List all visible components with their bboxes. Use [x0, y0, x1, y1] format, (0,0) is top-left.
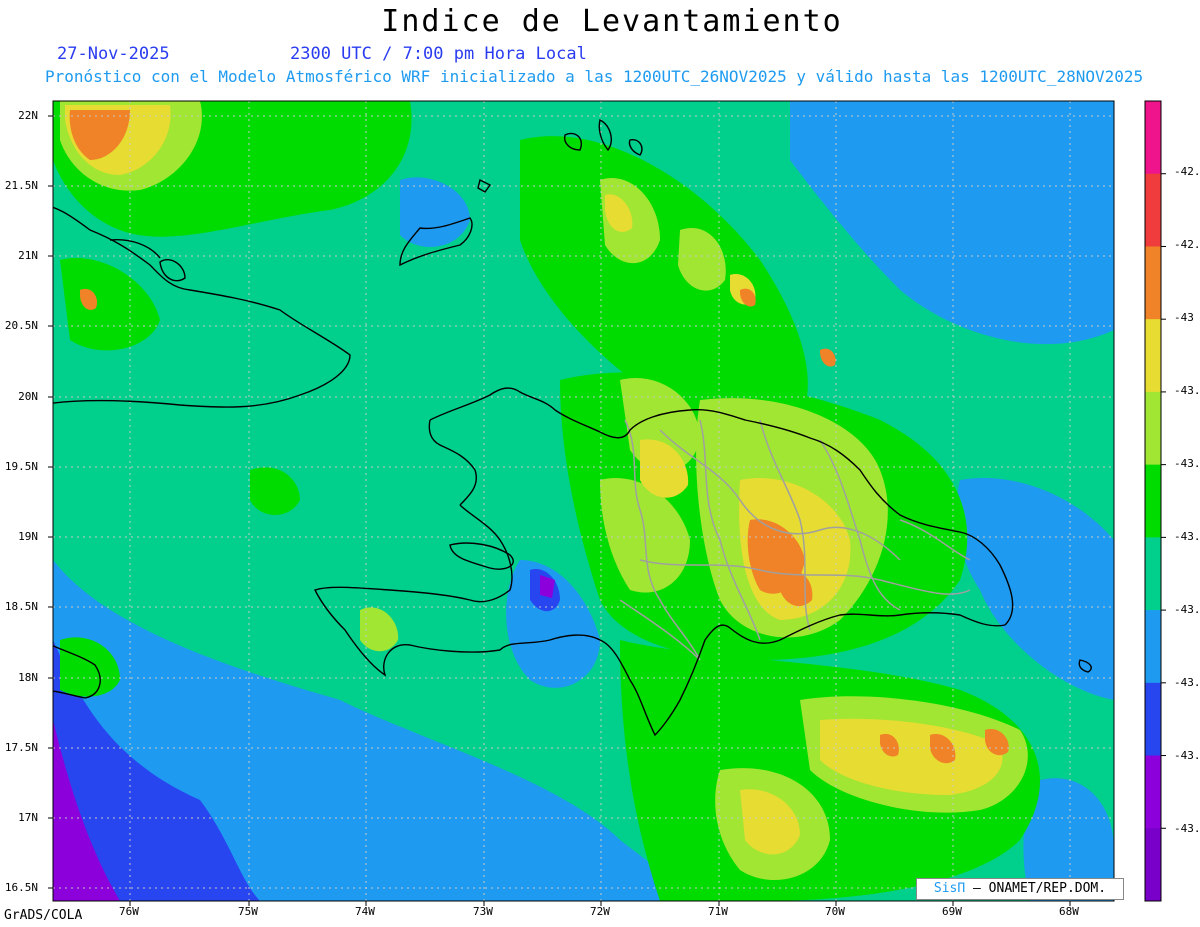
- lifted-index-map: [48, 100, 1166, 906]
- lon-label: 68W: [1059, 905, 1079, 918]
- colorbar-label: -43.0: [1174, 384, 1200, 397]
- colorbar-segment: [1145, 755, 1161, 829]
- colorbar: [1144, 100, 1166, 902]
- colorbar-label: -43.1: [1174, 530, 1200, 543]
- colorbar-label: -43: [1174, 311, 1194, 324]
- lat-label: 20.5N: [4, 319, 38, 332]
- colorbar-segment: [1145, 610, 1161, 684]
- colorbar-segment: [1145, 682, 1161, 757]
- grads-footer: GrADS/COLA: [4, 908, 83, 923]
- lon-label: 75W: [238, 905, 258, 918]
- colorbar-segment: [1145, 319, 1161, 393]
- colorbar-label: -43.4: [1174, 822, 1200, 835]
- lon-label: 70W: [825, 905, 845, 918]
- lat-label: 19N: [18, 530, 38, 543]
- colorbar-label: -43.2: [1174, 603, 1200, 616]
- colorbar-label: -42.8: [1174, 165, 1200, 178]
- lon-label: 71W: [708, 905, 728, 918]
- lon-label: 73W: [473, 905, 493, 918]
- colorbar-segment: [1145, 464, 1161, 538]
- lon-label: 74W: [355, 905, 375, 918]
- lon-label: 69W: [942, 905, 962, 918]
- lat-label: 18.5N: [4, 600, 38, 613]
- colorbar-label: -43.1: [1174, 457, 1200, 470]
- lat-label: 17N: [18, 811, 38, 824]
- colorbar-segment: [1145, 537, 1161, 611]
- colorbar-segment: [1145, 246, 1161, 320]
- lat-label: 20N: [18, 390, 38, 403]
- colorbar-label: -42.9: [1174, 238, 1200, 251]
- colorbar-segment: [1145, 391, 1161, 466]
- map-plot-area: [53, 101, 1114, 901]
- lat-label: 19.5N: [4, 460, 38, 473]
- lat-label: 21.5N: [4, 179, 38, 192]
- credit-org: – ONAMET/REP.DOM.: [965, 881, 1107, 896]
- lat-label: 22N: [18, 109, 38, 122]
- colorbar-segment: [1145, 828, 1161, 902]
- colorbar-label: -43.3: [1174, 676, 1200, 689]
- lon-label: 76W: [119, 905, 139, 918]
- colorbar-segment: [1145, 173, 1161, 247]
- lat-label: 18N: [18, 671, 38, 684]
- lat-label: 21N: [18, 249, 38, 262]
- sispi-logo-text: SisΠ: [933, 881, 966, 896]
- lon-label: 72W: [590, 905, 610, 918]
- lat-label: 17.5N: [4, 741, 38, 754]
- colorbar-label: -43.3: [1174, 749, 1200, 762]
- colorbar-segment: [1145, 101, 1161, 175]
- lat-label: 16.5N: [4, 881, 38, 894]
- credit-box: SisΠ – ONAMET/REP.DOM.: [916, 878, 1124, 900]
